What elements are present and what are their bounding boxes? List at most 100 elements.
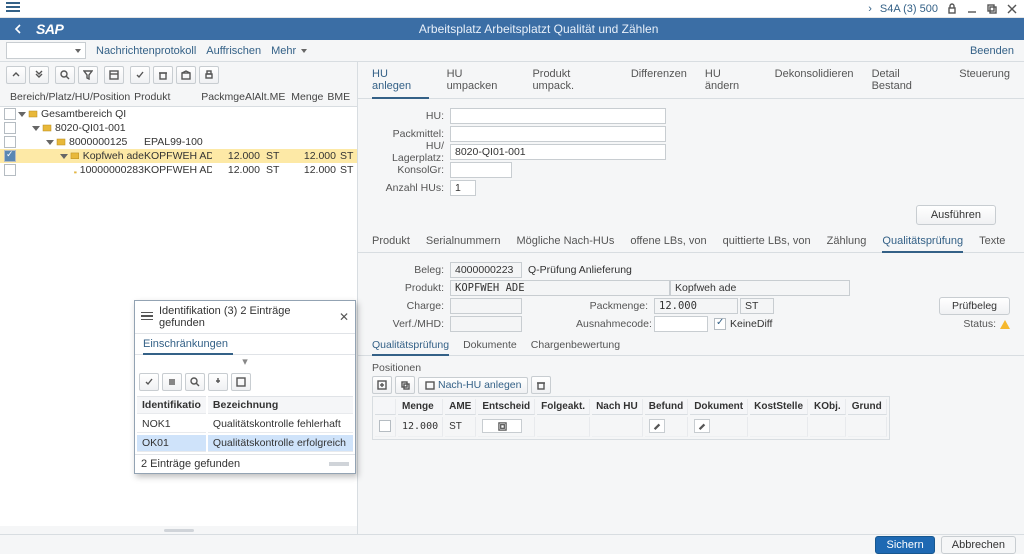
splitter-handle[interactable] xyxy=(0,526,357,534)
ident-pin-button[interactable] xyxy=(208,373,228,391)
expand-all-button[interactable] xyxy=(29,66,49,84)
sichern-button[interactable]: Sichern xyxy=(875,536,934,554)
tree-row[interactable]: 8020-QI01-001 xyxy=(0,121,357,135)
ident-footer-text: 2 Einträge gefunden xyxy=(141,458,240,470)
sub-tab-2[interactable]: Mögliche Nach-HUs xyxy=(517,235,615,252)
sub-tab-6[interactable]: Qualitätsprüfung xyxy=(882,235,963,252)
main-tab-4[interactable]: HU ändern xyxy=(705,68,757,98)
find-button[interactable] xyxy=(55,66,75,84)
ident-menu-icon[interactable] xyxy=(141,312,153,323)
abbrechen-button[interactable]: Abbrechen xyxy=(941,536,1016,554)
nachrichtenprotokoll-link[interactable]: Nachrichtenprotokoll xyxy=(96,45,196,57)
main-tab-1[interactable]: HU umpacken xyxy=(447,68,515,98)
ident-col-id: Identifikatio xyxy=(137,396,206,414)
tree-row-checkbox[interactable] xyxy=(4,150,16,162)
lock-icon[interactable] xyxy=(946,3,958,15)
ident-close-button[interactable]: ✕ xyxy=(339,310,349,324)
subsub-tab-0[interactable]: Qualitätsprüfung xyxy=(372,339,449,355)
ident-list-button[interactable] xyxy=(162,373,182,391)
ausfuehren-button[interactable]: Ausführen xyxy=(916,205,996,225)
ident-title: Identifikation (3) 2 Einträge gefunden xyxy=(159,305,339,329)
close-icon[interactable] xyxy=(1006,3,1018,15)
sub-tab-1[interactable]: Serialnummern xyxy=(426,235,501,252)
produkt-desc: Kopfweh ade xyxy=(670,280,850,296)
ausnahme-input[interactable] xyxy=(654,316,708,332)
expand-toggle[interactable] xyxy=(32,126,40,131)
hu-label: HU: xyxy=(372,110,450,122)
pos-delete-button[interactable] xyxy=(531,376,551,394)
transaction-select[interactable] xyxy=(6,42,86,59)
pos-insert-button[interactable] xyxy=(372,376,392,394)
tree-row-checkbox[interactable] xyxy=(4,108,16,120)
packmenge-me: ST xyxy=(740,298,774,314)
restore-icon[interactable] xyxy=(986,3,998,15)
tree-row[interactable]: Kopfweh adeKOPFWEH ADE12.000ST12.000ST xyxy=(0,149,357,163)
main-tab-3[interactable]: Differenzen xyxy=(631,68,687,98)
tree-row[interactable]: 8000000125EPAL99-100 xyxy=(0,135,357,149)
ausnahme-label: Ausnahmecode: xyxy=(576,318,654,330)
sub-tab-5[interactable]: Zählung xyxy=(827,235,867,252)
ident-check-button[interactable] xyxy=(139,373,159,391)
ident-tab-einschraenkungen[interactable]: Einschränkungen xyxy=(135,334,355,355)
subsub-tab-2[interactable]: Chargenbewertung xyxy=(531,339,620,355)
auffrischen-link[interactable]: Auffrischen xyxy=(206,45,261,57)
collapse-all-button[interactable] xyxy=(6,66,26,84)
tree-row-checkbox[interactable] xyxy=(4,122,16,134)
tree-row-checkbox[interactable] xyxy=(4,164,16,176)
col-bereich: Bereich/Platz/HU/Position xyxy=(10,91,134,103)
main-tab-5[interactable]: Dekonsolidieren xyxy=(775,68,854,98)
konsolgr-label: KonsolGr: xyxy=(372,164,450,176)
filter-button[interactable] xyxy=(78,66,98,84)
check-button[interactable] xyxy=(130,66,150,84)
layout-button[interactable] xyxy=(104,66,124,84)
delete-button[interactable] xyxy=(153,66,173,84)
pos-dokument-edit[interactable] xyxy=(694,419,710,433)
pos-row-checkbox[interactable] xyxy=(379,420,391,432)
subsub-tab-1[interactable]: Dokumente xyxy=(463,339,517,355)
expand-toggle[interactable] xyxy=(18,112,26,117)
positionen-row[interactable]: 12.000 ST xyxy=(375,417,887,437)
pack-button[interactable] xyxy=(176,66,196,84)
ident-row[interactable]: NOK1Qualitätskontrolle fehlerhaft xyxy=(137,416,353,433)
konsolgr-input[interactable] xyxy=(450,162,512,178)
packmittel-label: Packmittel: xyxy=(372,128,450,140)
ident-settings-button[interactable] xyxy=(231,373,251,391)
expand-toggle[interactable] xyxy=(60,154,68,159)
packmittel-input[interactable] xyxy=(450,126,666,142)
main-tab-0[interactable]: HU anlegen xyxy=(372,68,429,98)
ident-expand-icon[interactable]: ▾ xyxy=(135,355,355,370)
back-button[interactable] xyxy=(10,21,26,37)
main-tab-7[interactable]: Steuerung xyxy=(959,68,1010,98)
main-tab-6[interactable]: Detail Bestand xyxy=(872,68,942,98)
beenden-link[interactable]: Beenden xyxy=(970,45,1014,57)
sub-tab-0[interactable]: Produkt xyxy=(372,235,410,252)
print-button[interactable] xyxy=(199,66,219,84)
expand-toggle[interactable] xyxy=(46,140,54,145)
tree-row-checkbox[interactable] xyxy=(4,136,16,148)
tree-row[interactable]: 10000000283KOPFWEH ADE12.000ST12.000ST xyxy=(0,163,357,177)
sub-tab-7[interactable]: Texte xyxy=(979,235,1005,252)
main-tab-2[interactable]: Produkt umpack. xyxy=(532,68,612,98)
hu-input[interactable] xyxy=(450,108,666,124)
beleg-text: Q-Prüfung Anlieferung xyxy=(522,264,632,276)
mehr-link[interactable]: Mehr xyxy=(271,45,307,57)
pos-copy-button[interactable] xyxy=(395,376,415,394)
prufbeleg-button[interactable]: Prüfbeleg xyxy=(939,297,1010,315)
ident-resize-handle[interactable] xyxy=(329,462,349,466)
pos-befund-edit[interactable] xyxy=(649,419,665,433)
pos-entscheid-input[interactable] xyxy=(482,419,522,433)
anzahl-input[interactable]: 1 xyxy=(450,180,476,196)
pos-ame: ST xyxy=(445,417,476,437)
keinediff-checkbox[interactable] xyxy=(714,318,726,330)
ident-find-button[interactable] xyxy=(185,373,205,391)
tree-row[interactable]: Gesamtbereich QI xyxy=(0,107,357,121)
sub-tab-4[interactable]: quittierte LBs, von xyxy=(723,235,811,252)
app-menu-button[interactable] xyxy=(6,2,20,15)
sub-tabs: Produkt Serialnummern Mögliche Nach-HUs off… xyxy=(358,231,1024,253)
ident-row[interactable]: OK01Qualitätskontrolle erfolgreich xyxy=(137,435,353,452)
nach-hu-anlegen-button[interactable]: Nach-HU anlegen xyxy=(418,377,528,394)
minimize-icon[interactable] xyxy=(966,3,978,15)
hulager-input[interactable]: 8020-QI01-001 xyxy=(450,144,666,160)
sub-tab-3[interactable]: offene LBs, von xyxy=(630,235,706,252)
page-title: Arbeitsplatz Arbeitsplatzt Qualität und … xyxy=(419,22,658,36)
